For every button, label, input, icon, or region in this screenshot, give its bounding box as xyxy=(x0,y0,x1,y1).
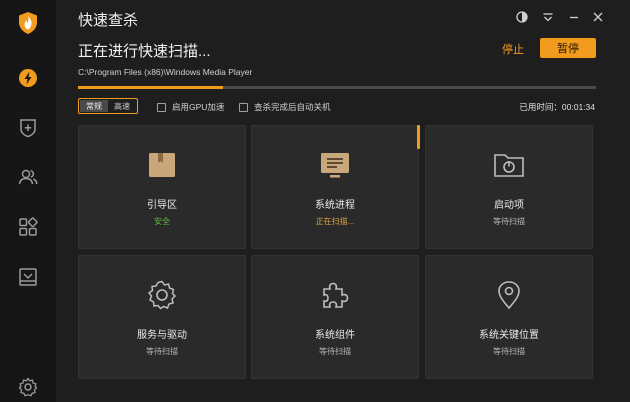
scan-card-locations: 系统关键位置 等待扫描 xyxy=(425,255,593,379)
scan-mode-toggle: 常规 高速 xyxy=(78,98,138,114)
scan-status-heading: 正在进行快速扫描... xyxy=(78,43,211,60)
mode-normal-option[interactable]: 常规 xyxy=(80,100,108,112)
card-title: 启动项 xyxy=(494,200,524,211)
minimize-button[interactable] xyxy=(567,10,581,24)
gpu-accel-label: 启用GPU加速 xyxy=(172,102,225,112)
location-pin-icon xyxy=(492,278,526,312)
scrollbar-thumb[interactable] xyxy=(417,125,420,149)
card-title: 服务与驱动 xyxy=(137,330,187,341)
shield-plus-icon xyxy=(20,119,36,138)
card-status: 安全 xyxy=(154,217,170,226)
scan-items-grid: 引导区 安全 系统进程 正在扫描... 启动项 等待扫描 服务与驱动 等待扫描 … xyxy=(78,125,596,381)
monitor-process-icon xyxy=(318,148,352,182)
card-title: 系统组件 xyxy=(315,330,355,341)
card-title: 引导区 xyxy=(147,200,177,211)
scan-card-services: 服务与驱动 等待扫描 xyxy=(78,255,246,379)
elapsed-time: 已用时间：00:01:34 xyxy=(519,102,595,112)
window-title: 快速查杀 xyxy=(78,12,139,29)
sidebar-item-protection[interactable] xyxy=(17,117,39,139)
boot-box-icon xyxy=(145,148,179,182)
scan-card-startup: 启动项 等待扫描 xyxy=(425,125,593,249)
users-icon xyxy=(18,169,38,185)
stop-button[interactable]: 停止 xyxy=(502,41,524,57)
gear-service-icon xyxy=(145,278,179,312)
close-icon xyxy=(593,12,603,22)
auto-shutdown-option: 查杀完成后自动关机 xyxy=(239,101,331,113)
current-scan-path: C:\Program Files (x86)\Windows Media Pla… xyxy=(78,67,253,77)
app-logo-icon xyxy=(16,11,40,35)
gpu-accel-checkbox[interactable] xyxy=(157,102,166,112)
card-status: 等待扫描 xyxy=(146,347,178,356)
gear-icon xyxy=(18,377,38,397)
sidebar-item-tools[interactable] xyxy=(17,216,39,238)
mode-fast-option[interactable]: 高速 xyxy=(108,100,136,112)
theme-toggle-button[interactable] xyxy=(515,10,529,24)
startup-folder-icon xyxy=(492,148,526,182)
card-status: 正在扫描... xyxy=(315,217,355,226)
minimize-icon xyxy=(570,16,578,19)
auto-shutdown-label: 查杀完成后自动关机 xyxy=(254,102,331,112)
card-title: 系统进程 xyxy=(315,200,355,211)
menu-dropdown-icon xyxy=(543,13,553,22)
settings-button[interactable] xyxy=(17,376,39,398)
close-button[interactable] xyxy=(591,10,605,24)
auto-shutdown-checkbox[interactable] xyxy=(239,102,248,112)
scan-progress-fill xyxy=(78,86,224,89)
theme-toggle-icon xyxy=(516,11,528,23)
card-status: 等待扫描 xyxy=(319,347,351,356)
scan-card-boot: 引导区 安全 xyxy=(78,125,246,249)
scan-progress-bar xyxy=(78,86,596,89)
gpu-accel-option: 启用GPU加速 xyxy=(157,101,224,113)
card-status: 等待扫描 xyxy=(493,347,525,356)
scan-card-process: 系统进程 正在扫描... xyxy=(251,125,419,249)
puzzle-icon xyxy=(318,278,352,312)
sidebar-item-users[interactable] xyxy=(17,166,39,188)
sidebar xyxy=(0,0,56,402)
card-status: 等待扫描 xyxy=(493,217,525,226)
scan-card-components: 系统组件 等待扫描 xyxy=(251,255,419,379)
sidebar-item-quick-scan[interactable] xyxy=(17,67,39,89)
apps-grid-icon xyxy=(19,217,38,236)
card-title: 系统关键位置 xyxy=(479,330,539,341)
sidebar-item-tray[interactable] xyxy=(17,266,39,288)
menu-dropdown-button[interactable] xyxy=(541,10,555,24)
pause-button[interactable]: 暂停 xyxy=(540,38,596,58)
inbox-tray-icon xyxy=(19,268,37,286)
lightning-icon xyxy=(19,69,37,87)
main-panel: 快速查杀 正在进行快速扫描... 停止 暂停 C:\Program Files … xyxy=(56,0,630,402)
